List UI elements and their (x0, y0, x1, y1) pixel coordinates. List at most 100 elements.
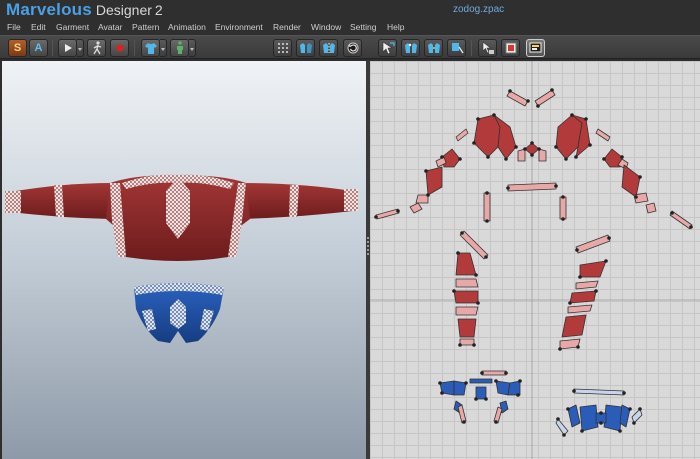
pattern-piece-strip[interactable] (575, 234, 611, 254)
pattern-piece-trunks[interactable] (457, 404, 467, 424)
pattern-piece-lower[interactable] (561, 314, 587, 338)
pattern-piece-sleeve[interactable] (645, 202, 657, 214)
record-button[interactable] (110, 39, 129, 57)
right-cuff (344, 189, 358, 211)
texture-icon (505, 42, 516, 54)
menu-window[interactable]: Window (311, 21, 341, 33)
menu-file[interactable]: File (7, 21, 21, 33)
points-icon (277, 43, 288, 53)
brand-name: Marvelous (6, 0, 92, 19)
pattern-piece-trunks[interactable] (495, 380, 511, 396)
pattern-piece-lower[interactable] (453, 290, 479, 304)
pattern-piece-cuff[interactable] (375, 208, 400, 220)
pattern-piece-collar[interactable] (506, 90, 529, 107)
menu-avatar[interactable]: Avatar (98, 21, 122, 33)
pattern-piece-lower[interactable] (457, 318, 477, 338)
pattern-piece-lower[interactable] (455, 306, 479, 316)
left-cuff (5, 191, 21, 213)
select-mesh-button[interactable] (478, 39, 497, 57)
pattern-piece-strip[interactable] (595, 128, 611, 142)
sew-icon (322, 43, 335, 53)
product-version: 2 (154, 2, 163, 18)
internal-line-button[interactable] (447, 39, 466, 57)
title-bar: Marvelous Designer 2 zodog.zpac (0, 0, 700, 20)
toolbar-separator (52, 40, 53, 56)
pattern-piece-trunks[interactable] (631, 408, 643, 424)
display-button[interactable] (526, 39, 545, 57)
seam-button[interactable] (424, 39, 443, 57)
pattern-piece-strip[interactable] (559, 196, 567, 220)
pattern-piece-lower[interactable] (455, 278, 479, 288)
pattern-piece-trunks[interactable] (453, 380, 467, 396)
app-logo: Marvelous Designer 2 (6, 0, 163, 20)
3d-viewport[interactable] (2, 61, 366, 459)
pattern-piece-sleeve[interactable] (425, 166, 443, 196)
pattern-piece-strip[interactable] (538, 148, 547, 162)
pattern-piece-lower[interactable] (579, 260, 607, 278)
garment-button[interactable] (141, 39, 160, 57)
pattern-piece-trunks[interactable] (469, 378, 493, 384)
pattern-piece-strip[interactable] (483, 192, 491, 222)
2d-pattern-layout (370, 61, 700, 459)
menu-bar: File Edit Garment Avatar Pattern Animati… (0, 20, 700, 34)
menu-setting[interactable]: Setting (350, 21, 376, 33)
menu-animation[interactable]: Animation (168, 21, 206, 33)
pattern-piece-front[interactable] (473, 114, 501, 158)
pattern-piece-lower[interactable] (567, 304, 593, 314)
pattern-piece-sleeve[interactable] (415, 194, 429, 204)
edit-segment-icon (404, 43, 417, 53)
pattern-piece-trunks[interactable] (475, 386, 487, 400)
avatar-button[interactable]: A (29, 39, 48, 57)
pattern-piece-trunks[interactable] (579, 404, 599, 432)
points-button[interactable] (273, 39, 292, 57)
pattern-piece-trunks[interactable] (481, 370, 507, 376)
pattern-piece-sleeve[interactable] (409, 202, 423, 214)
seam-icon (427, 43, 440, 53)
shirt-icon (144, 42, 157, 54)
pattern-piece-waist[interactable] (507, 182, 557, 192)
pattern-piece-trunks[interactable] (507, 380, 521, 396)
menu-edit[interactable]: Edit (31, 21, 46, 33)
texture-button[interactable] (501, 39, 520, 57)
pattern-piece-trunks[interactable] (573, 388, 625, 396)
pattern-piece-lower[interactable] (575, 280, 599, 290)
pattern-piece-trunks[interactable] (555, 418, 569, 436)
play-dropdown[interactable] (77, 39, 84, 57)
file-name: zodog.zpac (453, 4, 505, 15)
pattern-piece-collar[interactable] (534, 89, 556, 107)
sew-button[interactable] (319, 39, 338, 57)
transform-pattern-button[interactable] (378, 39, 397, 57)
garment-dropdown[interactable] (160, 39, 167, 57)
walk-pose-button[interactable] (87, 39, 106, 57)
avatar-display-button[interactable] (170, 39, 189, 57)
menu-help[interactable]: Help (387, 21, 404, 33)
pattern-piece-lower[interactable] (459, 338, 475, 346)
menu-environment[interactable]: Environment (215, 21, 263, 33)
pattern-piece-lower[interactable] (455, 252, 477, 276)
display-icon (529, 42, 542, 53)
pattern-piece-strip[interactable] (517, 148, 526, 162)
pattern-piece-lower[interactable] (569, 290, 597, 304)
avatar-display-dropdown[interactable] (189, 39, 196, 57)
simulate-button[interactable]: S (8, 39, 27, 57)
play-button[interactable] (58, 39, 77, 57)
pattern-piece-center[interactable] (524, 142, 540, 156)
edit-segment-button[interactable] (401, 39, 420, 57)
menu-pattern[interactable]: Pattern (132, 21, 159, 33)
fold-button[interactable] (296, 39, 315, 57)
play-icon (64, 44, 72, 52)
product-name: Designer (95, 2, 152, 18)
2d-pattern-viewport[interactable] (370, 61, 700, 459)
pattern-piece-strip[interactable] (455, 128, 469, 142)
walk-pose-icon (92, 41, 101, 55)
menu-render[interactable]: Render (273, 21, 301, 33)
record-icon (116, 44, 123, 52)
menu-garment[interactable]: Garment (56, 21, 89, 33)
pattern-piece-trunks[interactable] (567, 404, 581, 428)
pattern-piece-trunks[interactable] (603, 404, 623, 432)
reset-button[interactable] (343, 39, 362, 57)
3d-garment-render (5, 174, 358, 343)
internal-line-icon (451, 43, 464, 54)
pattern-piece-sleeve[interactable] (621, 164, 641, 198)
splitter-grip[interactable] (367, 237, 369, 255)
